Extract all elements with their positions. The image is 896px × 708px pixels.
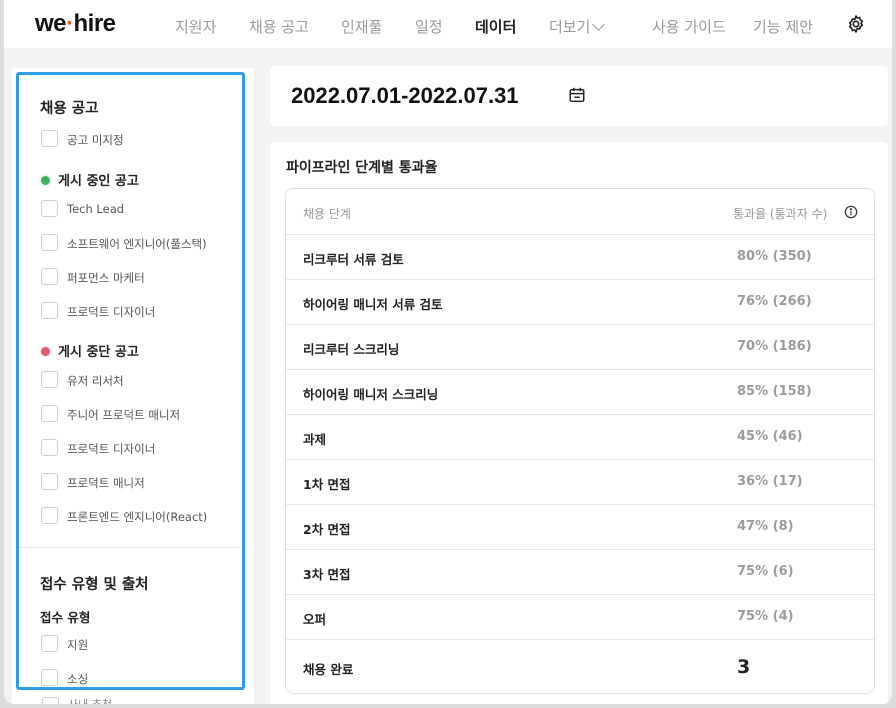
header-rate: 통과율 (통과자 수) [733, 207, 828, 221]
app-frame: we·hire 지원자 채용 공고 인재풀 일정 데이터 더보기 사용 가이드 … [4, 0, 892, 704]
logo-dot: · [66, 10, 74, 37]
checkbox-stopped-1[interactable] [41, 405, 58, 422]
checkbox-stopped-2[interactable] [41, 439, 58, 456]
group-stopped-label: 게시 중단 공고 [58, 345, 139, 360]
label-unassigned: 공고 미지정 [67, 133, 124, 147]
table-row: 하이어링 매니저 스크리닝 85% (158) [286, 369, 874, 414]
nav-applicants[interactable]: 지원자 [175, 16, 216, 37]
group-active-postings: 게시 중인 공고 [41, 170, 139, 189]
nav-user-guide[interactable]: 사용 가이드 [652, 16, 726, 37]
row-stage: 과제 [303, 432, 327, 447]
nav-more-label: 더보기 [549, 18, 591, 36]
row-stage: 오퍼 [303, 612, 327, 627]
top-nav: we·hire 지원자 채용 공고 인재풀 일정 데이터 더보기 사용 가이드 … [4, 0, 892, 48]
checkbox-stopped-3[interactable] [41, 473, 58, 490]
section-source-title: 접수 유형 및 출처 [40, 577, 149, 593]
row-stage: 리크루터 스크리닝 [303, 342, 400, 357]
nav-more[interactable]: 더보기 [549, 16, 606, 37]
chevron-down-icon [592, 18, 606, 31]
label-stopped-1: 주니어 프로덕트 매니저 [67, 408, 181, 422]
filter-panel: 채용 공고 공고 미지정 게시 중인 공고 Tech Lead 소프트웨어 엔지… [16, 72, 245, 690]
label-stopped-0: 유저 리서처 [67, 374, 124, 388]
row-rate: 36% (17) [737, 474, 803, 489]
table-row: 3차 면접 75% (6) [286, 549, 874, 594]
checkbox-active-3[interactable] [41, 302, 58, 319]
checkbox-type-referral[interactable] [42, 697, 59, 704]
checkbox-active-2[interactable] [41, 268, 58, 285]
stopped-status-dot [41, 347, 50, 356]
row-stage: 리크루터 서류 검토 [303, 252, 404, 267]
pipeline-card: 파이프라인 단계별 통과율 채용 단계 통과율 (통과자 수) 리크루터 서류 … [270, 142, 888, 704]
table-row: 리크루터 스크리닝 70% (186) [286, 324, 874, 369]
info-icon[interactable] [844, 205, 858, 219]
table-row: 하이어링 매니저 서류 검토 76% (266) [286, 279, 874, 324]
row-stage: 2차 면접 [303, 522, 351, 537]
nav-feature-request[interactable]: 기능 제안 [753, 16, 813, 37]
row-rate: 75% (6) [737, 564, 794, 579]
checkbox-type-apply[interactable] [41, 635, 58, 652]
label-active-0: Tech Lead [67, 202, 125, 216]
row-stage: 1차 면접 [303, 477, 351, 492]
nav-job-postings[interactable]: 채용 공고 [249, 16, 309, 37]
label-active-1: 소프트웨어 엔지니어(풀스택) [67, 237, 207, 251]
label-type-referral: 사내 추천 [68, 696, 112, 704]
label-active-2: 퍼포먼스 마케터 [67, 271, 145, 285]
pipeline-title: 파이프라인 단계별 통과율 [286, 160, 438, 176]
label-type-apply: 지원 [67, 638, 89, 652]
table-row-hired: 채용 완료 3 [286, 639, 874, 693]
nav-schedule[interactable]: 일정 [415, 16, 443, 37]
label-type-sourcing: 소싱 [67, 672, 89, 686]
table-row: 리크루터 서류 검토 80% (350) [286, 234, 874, 279]
filter-sidebar: 채용 공고 공고 미지정 게시 중인 공고 Tech Lead 소프트웨어 엔지… [12, 68, 254, 704]
checkbox-active-0[interactable] [41, 200, 58, 217]
active-status-dot [41, 176, 50, 185]
checkbox-stopped-4[interactable] [41, 507, 58, 524]
row-rate: 75% (4) [737, 609, 794, 624]
checkbox-stopped-0[interactable] [41, 371, 58, 388]
table-row: 2차 면접 47% (8) [286, 504, 874, 549]
row-rate: 76% (266) [737, 294, 812, 309]
row-stage: 하이어링 매니저 스크리닝 [303, 387, 439, 402]
label-stopped-3: 프로덕트 매니저 [67, 476, 145, 490]
row-rate: 45% (46) [737, 429, 803, 444]
row-rate: 47% (8) [737, 519, 794, 534]
table-row: 과제 45% (46) [286, 414, 874, 459]
nav-talent-pool[interactable]: 인재풀 [341, 16, 382, 37]
row-stage: 하이어링 매니저 서류 검토 [303, 297, 443, 312]
row-rate: 70% (186) [737, 339, 812, 354]
group-active-label: 게시 중인 공고 [58, 174, 139, 189]
table-row: 오퍼 75% (4) [286, 594, 874, 639]
label-stopped-2: 프로덕트 디자이너 [67, 442, 156, 456]
wehire-logo[interactable]: we·hire [35, 10, 116, 38]
hired-count: 3 [737, 656, 751, 678]
row-stage: 3차 면접 [303, 567, 351, 582]
section-job-postings-title: 채용 공고 [40, 101, 99, 117]
checkbox-type-sourcing[interactable] [41, 669, 58, 686]
checkbox-unassigned[interactable] [41, 130, 58, 147]
row-rate: 85% (158) [737, 384, 812, 399]
section-divider [19, 547, 242, 548]
row-rate: 80% (350) [737, 249, 812, 264]
group-stopped-postings: 게시 중단 공고 [41, 341, 139, 360]
date-range-card: 2022.07.01-2022.07.31 [270, 66, 888, 126]
pipeline-table: 채용 단계 통과율 (통과자 수) 리크루터 서류 검토 80% (350) 하… [285, 188, 875, 694]
header-stage: 채용 단계 [303, 207, 351, 221]
gear-icon[interactable] [846, 14, 866, 34]
row-stage: 채용 완료 [303, 662, 354, 677]
calendar-icon[interactable] [568, 86, 586, 104]
checkbox-active-1[interactable] [41, 234, 58, 251]
logo-text-hire: hire [73, 10, 117, 37]
table-row: 1차 면접 36% (17) [286, 459, 874, 504]
nav-data[interactable]: 데이터 [475, 16, 516, 37]
subsection-type-title: 접수 유형 [40, 610, 91, 625]
date-range-text[interactable]: 2022.07.01-2022.07.31 [291, 83, 519, 109]
logo-text-we: we [35, 10, 67, 37]
label-stopped-4: 프론트엔드 엔지니어(React) [67, 510, 208, 524]
label-active-3: 프로덕트 디자이너 [67, 305, 156, 319]
